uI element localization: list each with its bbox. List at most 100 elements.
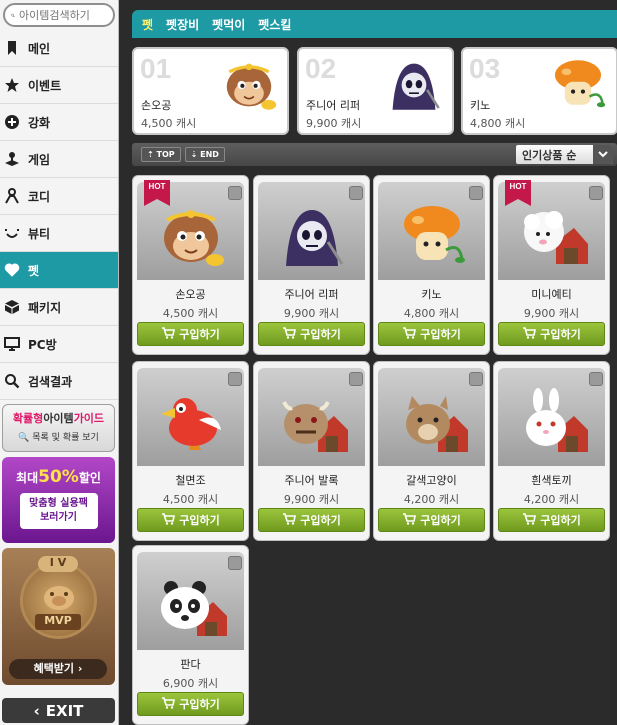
select-checkbox[interactable] (589, 186, 603, 200)
cart-icon (522, 512, 537, 528)
select-checkbox[interactable] (228, 372, 242, 386)
list-toolbar: ⇡ TOP ⇣ END 인기상품 순 (132, 143, 617, 166)
select-checkbox[interactable] (469, 372, 483, 386)
scroll-end-button[interactable]: ⇣ END (184, 147, 225, 162)
sidebar-item-label: 메인 (28, 41, 51, 56)
product-card[interactable]: 갈색고양이 4,200 캐시구입하기 (373, 361, 490, 541)
guide-title-b: 아이템 (43, 412, 74, 425)
category-tabs: 펫 펫장비 펫먹이 펫스킬 (132, 10, 617, 38)
sidebar-item-7[interactable]: 패키지 (0, 289, 118, 326)
mvp-benefit-button[interactable]: 혜택받기 › (9, 659, 107, 679)
top-rank-card[interactable]: 02 주니어 리퍼 9,900 캐시 (297, 47, 454, 135)
rank-number: 01 (140, 53, 172, 84)
product-card[interactable]: 키노 4,800 캐시 구입하기 (373, 175, 490, 355)
sidebar-item-9[interactable]: 검색결과 (0, 363, 118, 400)
top3-ranking: 01 손오공 4,500 캐시 02 주니어 리퍼 9,900 캐시 03 키노 4,800 캐… (132, 45, 617, 137)
cart-icon (161, 696, 176, 712)
top-rank-card[interactable]: 03 키노 4,800 캐시 (461, 47, 617, 135)
sidebar-item-label: 패키지 (28, 300, 62, 315)
chevron-left-icon: ‹ (33, 701, 40, 720)
select-checkbox[interactable] (589, 372, 603, 386)
sidebar-item-3[interactable]: 게임 (0, 141, 118, 178)
select-checkbox[interactable] (349, 186, 363, 200)
buy-button[interactable]: 구입하기 (137, 692, 244, 716)
joystick-icon (4, 151, 20, 167)
pet-image (155, 572, 227, 640)
probability-guide-banner[interactable]: 확률형아이템가이드 🔍 목록 및 확률 보기 (2, 404, 115, 452)
pet-image (219, 57, 279, 113)
pet-image (396, 388, 468, 456)
top-rank-card[interactable]: 01 손오공 4,500 캐시 (132, 47, 289, 135)
cart-icon (282, 326, 297, 342)
search-icon (4, 373, 20, 389)
plus-circle-icon (4, 114, 20, 130)
buy-button[interactable]: 구입하기 (378, 322, 485, 346)
sale-view-button[interactable]: 맞춤형 실용팩 보러가기 (19, 493, 98, 529)
buy-button[interactable]: 구입하기 (258, 322, 365, 346)
cart-icon (282, 512, 297, 528)
scroll-top-button[interactable]: ⇡ TOP (141, 147, 181, 162)
product-card[interactable]: 철면조 4,500 캐시 구입하기 (132, 361, 249, 541)
cart-icon (522, 326, 537, 342)
search-box[interactable] (3, 3, 115, 27)
select-checkbox[interactable] (228, 186, 242, 200)
select-checkbox[interactable] (228, 556, 242, 570)
mvp-badge: MVP (35, 614, 81, 630)
mvp-banner[interactable]: I V MVP 혜택받기 › (2, 548, 115, 685)
buy-button[interactable]: 구입하기 (258, 508, 365, 532)
tab-0[interactable]: 펫 (142, 16, 153, 33)
guide-subtitle: 🔍 목록 및 확률 보기 (18, 433, 99, 443)
cart-icon (161, 326, 176, 342)
guide-title-a: 확률형 (12, 412, 44, 425)
buy-button[interactable]: 구입하기 (498, 322, 605, 346)
buy-button[interactable]: 구입하기 (137, 508, 244, 532)
select-checkbox[interactable] (469, 186, 483, 200)
exit-button[interactable]: ‹ EXIT (2, 698, 115, 723)
sidebar-item-5[interactable]: 뷰티 (0, 215, 118, 252)
mvp-rank: I V (38, 556, 78, 572)
sale-banner[interactable]: 최대50%할인 맞춤형 실용팩 보러가기 (2, 457, 115, 543)
search-icon (11, 13, 15, 17)
buy-button[interactable]: 구입하기 (378, 508, 485, 532)
smile-icon (4, 225, 20, 241)
rank-pet-name: 키노 (470, 99, 491, 112)
search-input[interactable] (19, 8, 107, 22)
sort-select[interactable]: 인기상품 순 (516, 145, 613, 164)
select-checkbox[interactable] (349, 372, 363, 386)
sidebar-item-label: 뷰티 (28, 226, 51, 241)
buy-button[interactable]: 구입하기 (498, 508, 605, 532)
sidebar-item-8[interactable]: PC방 (0, 326, 118, 363)
sidebar-item-2[interactable]: 강화 (0, 104, 118, 141)
product-name: 흰색토끼 (531, 474, 572, 487)
product-name: 주니어 발록 (284, 474, 339, 487)
sidebar-item-label: 게임 (28, 152, 51, 167)
tab-1[interactable]: 펫장비 (166, 16, 199, 33)
sidebar-item-6[interactable]: 펫 (0, 252, 118, 289)
sidebar-item-4[interactable]: 코디 (0, 178, 118, 215)
tab-3[interactable]: 펫스킬 (258, 16, 291, 33)
cart-icon (402, 326, 417, 342)
product-name: 갈색고양이 (406, 474, 457, 487)
product-card[interactable]: 판다 6,900 캐시 구입하기 (132, 545, 249, 725)
rank-pet-price: 4,500 캐시 (141, 117, 197, 130)
product-card[interactable]: 흰색토끼 4,200 캐시 구입하기 (493, 361, 610, 541)
product-card[interactable]: HOT 미니예티 9,900 캐시 구입하기 (493, 175, 610, 355)
product-card[interactable]: HOT 손오공 4,500 캐시 구입하기 (132, 175, 249, 355)
sidebar-item-label: 이벤트 (28, 78, 62, 93)
product-card[interactable]: 주니어 발록 9,900 캐시 구입하기 (253, 361, 370, 541)
sidebar-item-1[interactable]: 이벤트 (0, 67, 118, 104)
product-card[interactable]: 주니어 리퍼 9,900 캐시 구입하기 (253, 175, 370, 355)
heart-icon (4, 262, 20, 278)
person-icon (4, 188, 20, 204)
tab-2[interactable]: 펫먹이 (212, 16, 245, 33)
product-price: 4,200 캐시 (403, 493, 460, 506)
product-name: 주니어 리퍼 (284, 288, 339, 301)
cart-icon (402, 512, 417, 528)
sidebar-item-0[interactable]: 메인 (0, 30, 118, 67)
rank-pet-name: 주니어 리퍼 (306, 99, 361, 112)
buy-button[interactable]: 구입하기 (137, 322, 244, 346)
bookmark-icon (4, 40, 20, 56)
sale-title: 최대50%할인 (16, 467, 101, 487)
product-price: 4,800 캐시 (403, 307, 460, 320)
product-price: 6,900 캐시 (162, 677, 219, 690)
